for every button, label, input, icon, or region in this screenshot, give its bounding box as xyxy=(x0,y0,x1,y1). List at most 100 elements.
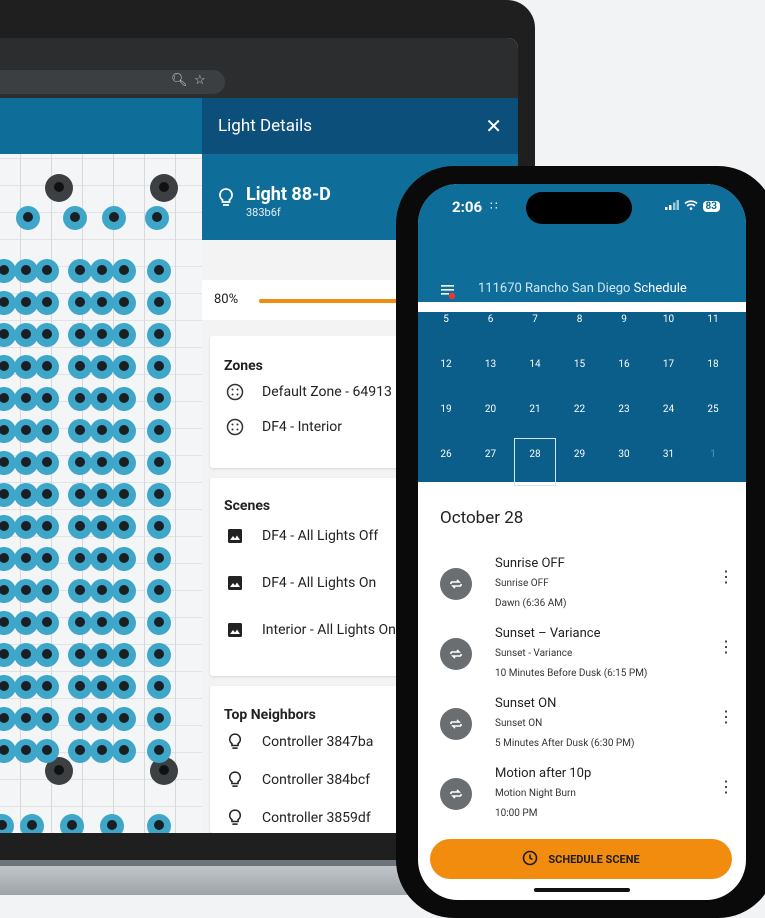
light-marker[interactable] xyxy=(68,579,92,603)
calendar-day[interactable]: 29 xyxy=(560,449,600,460)
light-marker[interactable] xyxy=(90,387,114,411)
more-options-icon[interactable]: ⋮ xyxy=(718,639,734,655)
star-icon[interactable]: ☆ xyxy=(194,73,206,88)
light-marker[interactable] xyxy=(112,675,136,699)
calendar-day[interactable]: 14 xyxy=(515,359,555,370)
light-marker[interactable] xyxy=(60,814,84,833)
calendar-day[interactable]: 10 xyxy=(649,314,689,325)
light-marker[interactable] xyxy=(63,206,87,230)
scene-item[interactable]: DF4 - All Lights Off xyxy=(224,528,378,544)
schedule-event[interactable]: Sunrise OFF Sunrise OFF Dawn (6:36 AM) ⋮ xyxy=(418,556,746,624)
calendar-day[interactable]: 8 xyxy=(560,314,600,325)
calendar-day[interactable]: 31 xyxy=(649,449,689,460)
light-marker[interactable] xyxy=(68,643,92,667)
light-marker[interactable] xyxy=(147,451,171,475)
light-marker[interactable] xyxy=(68,355,92,379)
light-marker[interactable] xyxy=(90,291,114,315)
light-marker[interactable] xyxy=(147,323,171,347)
calendar-day[interactable]: 24 xyxy=(649,404,689,415)
light-marker[interactable] xyxy=(35,355,59,379)
light-marker[interactable] xyxy=(112,611,136,635)
neighbor-item[interactable]: Controller 3847ba xyxy=(224,733,373,751)
menu-icon[interactable] xyxy=(440,282,458,304)
light-marker[interactable] xyxy=(68,451,92,475)
light-marker[interactable] xyxy=(68,483,92,507)
light-marker[interactable] xyxy=(68,611,92,635)
light-marker[interactable] xyxy=(90,515,114,539)
light-marker[interactable] xyxy=(35,611,59,635)
calendar-day[interactable]: 13 xyxy=(471,359,511,370)
light-marker[interactable] xyxy=(90,611,114,635)
light-marker[interactable] xyxy=(90,323,114,347)
light-marker[interactable] xyxy=(35,259,59,283)
light-marker[interactable] xyxy=(68,739,92,763)
calendar-day[interactable]: 22 xyxy=(560,404,600,415)
light-marker[interactable] xyxy=(35,483,59,507)
calendar-day[interactable]: 7 xyxy=(515,314,555,325)
calendar-day[interactable]: 23 xyxy=(604,404,644,415)
light-marker[interactable] xyxy=(112,579,136,603)
calendar-day[interactable]: 19 xyxy=(426,404,466,415)
neighbor-item[interactable]: Controller 384bcf xyxy=(224,771,370,789)
scene-item[interactable]: DF4 - All Lights On xyxy=(224,575,376,591)
light-marker[interactable] xyxy=(68,323,92,347)
light-marker[interactable] xyxy=(112,419,136,443)
controller-marker[interactable] xyxy=(45,174,73,202)
light-marker[interactable] xyxy=(112,739,136,763)
controller-marker[interactable] xyxy=(150,174,178,202)
light-marker[interactable] xyxy=(147,387,171,411)
schedule-event[interactable]: Motion after 10p Motion Night Burn 10:00 P… xyxy=(418,766,746,834)
floor-plan-map[interactable] xyxy=(0,154,202,833)
light-marker[interactable] xyxy=(147,611,171,635)
scene-item[interactable]: Interior - All Lights On xyxy=(224,622,396,638)
light-marker[interactable] xyxy=(112,451,136,475)
light-marker[interactable] xyxy=(68,707,92,731)
light-marker[interactable] xyxy=(35,451,59,475)
light-marker[interactable] xyxy=(112,355,136,379)
calendar-day[interactable]: 20 xyxy=(471,404,511,415)
light-marker[interactable] xyxy=(147,259,171,283)
light-marker[interactable] xyxy=(68,419,92,443)
light-marker[interactable] xyxy=(112,387,136,411)
light-marker[interactable] xyxy=(145,206,169,230)
light-marker[interactable] xyxy=(147,579,171,603)
calendar-day[interactable]: 30 xyxy=(604,449,644,460)
calendar-day[interactable]: 6 xyxy=(471,314,511,325)
light-marker[interactable] xyxy=(90,355,114,379)
light-marker[interactable] xyxy=(90,675,114,699)
calendar-day[interactable]: 11 xyxy=(693,314,733,325)
light-marker[interactable] xyxy=(100,814,124,833)
light-marker[interactable] xyxy=(147,291,171,315)
schedule-event[interactable]: Sunset – Variance Sunset - Variance 10 Min… xyxy=(418,626,746,694)
light-marker[interactable] xyxy=(68,547,92,571)
light-marker[interactable] xyxy=(68,387,92,411)
light-marker[interactable] xyxy=(68,259,92,283)
light-marker[interactable] xyxy=(112,323,136,347)
calendar-day[interactable]: 17 xyxy=(649,359,689,370)
zone-item[interactable]: DF4 - Interior xyxy=(224,418,342,436)
calendar-day[interactable]: 1 xyxy=(693,449,733,460)
light-marker[interactable] xyxy=(35,579,59,603)
light-marker[interactable] xyxy=(90,483,114,507)
light-marker[interactable] xyxy=(147,483,171,507)
light-marker[interactable] xyxy=(35,643,59,667)
close-icon[interactable]: ✕ xyxy=(485,114,502,138)
more-options-icon[interactable]: ⋮ xyxy=(718,779,734,795)
light-marker[interactable] xyxy=(147,643,171,667)
light-marker[interactable] xyxy=(90,579,114,603)
light-marker[interactable] xyxy=(35,387,59,411)
light-marker[interactable] xyxy=(90,707,114,731)
light-marker[interactable] xyxy=(90,451,114,475)
light-marker[interactable] xyxy=(90,643,114,667)
calendar-day[interactable]: 12 xyxy=(426,359,466,370)
more-options-icon[interactable]: ⋮ xyxy=(718,709,734,725)
light-marker[interactable] xyxy=(112,515,136,539)
light-marker[interactable] xyxy=(90,547,114,571)
light-marker[interactable] xyxy=(35,547,59,571)
more-options-icon[interactable]: ⋮ xyxy=(718,569,734,585)
light-marker[interactable] xyxy=(35,515,59,539)
calendar-day[interactable]: 16 xyxy=(604,359,644,370)
light-marker[interactable] xyxy=(147,739,171,763)
light-marker[interactable] xyxy=(35,707,59,731)
light-marker[interactable] xyxy=(68,515,92,539)
